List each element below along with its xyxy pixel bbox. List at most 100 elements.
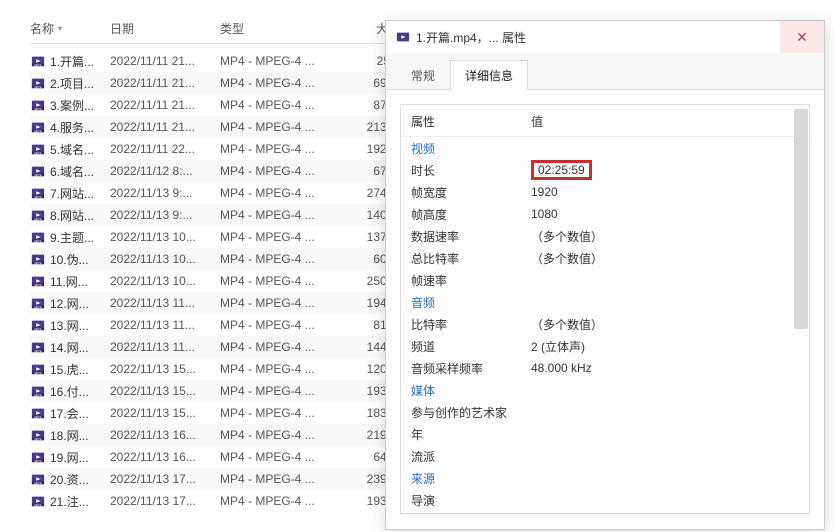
close-icon: ✕ [796,29,808,46]
dialog-titlebar[interactable]: 1.开篇.mp4，... 属性 ✕ [386,21,824,53]
file-name: 19.网... [50,449,89,466]
mp4-file-icon: MP4 [30,494,46,508]
table-row[interactable]: MP46.域名...2022/11/12 8:...MP4 - MPEG-4 .… [30,160,410,182]
section-audio: 音频 [401,291,809,313]
duration-highlight: 02:25:59 [531,160,592,180]
file-date: 2022/11/13 11... [110,296,220,310]
mp4-file-icon: MP4 [30,120,46,134]
row-duration[interactable]: 时长 02:25:59 [401,159,809,181]
mp4-file-icon: MP4 [30,54,46,68]
file-type: MP4 - MPEG-4 ... [220,406,340,420]
table-row[interactable]: MP415.虎...2022/11/13 15...MP4 - MPEG-4 .… [30,358,410,380]
file-type: MP4 - MPEG-4 ... [220,296,340,310]
mp4-file-icon: MP4 [30,384,46,398]
svg-text:MP4: MP4 [34,239,41,243]
svg-text:MP4: MP4 [34,129,41,133]
svg-text:MP4: MP4 [34,85,41,89]
row-width[interactable]: 帧宽度 1920 [401,181,809,203]
file-rows: MP41.开篇...2022/11/11 21...MP4 - MPEG-4 .… [30,50,410,512]
mp4-file-icon: MP4 [30,428,46,442]
file-name: 13.网... [50,317,89,334]
file-name: 3.案例... [50,97,94,114]
row-genre[interactable]: 流派 [401,445,809,467]
file-name: 11.网... [50,273,88,290]
file-list: 名称 ▾ 日期 类型 大小 MP4 1.开篇... 2022/11/11 21...… [30,20,410,512]
file-date: 2022/11/13 10... [110,252,220,266]
file-type: MP4 - MPEG-4 ... [220,76,340,90]
header-value: 值 [531,113,799,130]
file-date: 2022/11/13 9:... [110,186,220,200]
file-date: 2022/11/13 15... [110,384,220,398]
mp4-file-icon: MP4 [30,274,46,288]
row-totalrate[interactable]: 总比特率 （多个数值） [401,247,809,269]
table-row[interactable]: MP44.服务...2022/11/11 21...MP4 - MPEG-4 .… [30,116,410,138]
file-type: MP4 - MPEG-4 ... [220,230,340,244]
row-artist[interactable]: 参与创作的艺术家 [401,401,809,423]
close-button[interactable]: ✕ [780,21,824,53]
file-list-header: 名称 ▾ 日期 类型 大小 [30,20,410,44]
file-name: 5.域名... [50,141,94,158]
table-row[interactable]: MP4 14.网... 2022/11/13 11...MP4 - MPEG-4 .… [30,336,410,358]
tab-general[interactable]: 常规 [396,60,450,90]
file-type: MP4 - MPEG-4 ... [220,186,340,200]
file-type: MP4 - MPEG-4 ... [220,428,340,442]
file-name: 1.开篇... [50,53,94,70]
table-row[interactable]: MP43.案例...2022/11/11 21...MP4 - MPEG-4 .… [30,94,410,116]
mp4-file-icon: MP4 [30,142,46,156]
file-type: MP4 - MPEG-4 ... [220,98,340,112]
table-row[interactable]: MP416.付...2022/11/13 15...MP4 - MPEG-4 .… [30,380,410,402]
file-name: 20.资... [50,471,89,488]
svg-text:MP4: MP4 [34,63,41,67]
mp4-file-icon: MP4 [30,164,46,178]
file-date: 2022/11/13 17... [110,494,220,508]
file-date: 2022/11/11 21... [110,54,220,68]
file-date: 2022/11/13 10... [110,274,220,288]
table-row[interactable]: MP41.开篇...2022/11/11 21...MP4 - MPEG-4 .… [30,50,410,72]
table-row[interactable]: MP417.会...2022/11/13 15...MP4 - MPEG-4 .… [30,402,410,424]
details-panel: 属性 值 视频 时长 02:25:59 帧宽度 1920 帧高度 1080 数据… [400,104,810,514]
table-row[interactable]: MP419.网...2022/11/13 16...MP4 - MPEG-4 .… [30,446,410,468]
file-date: 2022/11/12 8:... [110,164,220,178]
row-year[interactable]: 年 [401,423,809,445]
mp4-file-icon: MP4 [30,318,46,332]
row-framerate[interactable]: 帧速率 [401,269,809,291]
row-samplerate[interactable]: 音频采样频率 48.000 kHz [401,357,809,379]
table-row[interactable]: MP413.网...2022/11/13 11...MP4 - MPEG-4 .… [30,314,410,336]
scrollbar-thumb[interactable] [794,109,808,329]
table-row[interactable]: MP45.域名...2022/11/11 22...MP4 - MPEG-4 .… [30,138,410,160]
table-row[interactable]: MP418.网...2022/11/13 16...MP4 - MPEG-4 .… [30,424,410,446]
svg-text:MP4: MP4 [34,305,41,309]
row-channels[interactable]: 频道 2 (立体声) [401,335,809,357]
file-type: MP4 - MPEG-4 ... [220,318,340,332]
file-date: 2022/11/13 15... [110,362,220,376]
table-row[interactable]: MP412.网...2022/11/13 11...MP4 - MPEG-4 .… [30,292,410,314]
col-date-header[interactable]: 日期 [110,20,220,37]
table-row[interactable]: MP410.伪...2022/11/13 10...MP4 - MPEG-4 .… [30,248,410,270]
file-type: MP4 - MPEG-4 ... [220,340,340,354]
file-name: 4.服务... [50,119,94,136]
file-name: 17.会... [50,405,89,422]
row-height[interactable]: 帧高度 1080 [401,203,809,225]
table-row[interactable]: MP42.项目...2022/11/11 21...MP4 - MPEG-4 .… [30,72,410,94]
row-bitrate[interactable]: 比特率 （多个数值） [401,313,809,335]
tab-details[interactable]: 详细信息 [450,60,528,90]
col-name-header[interactable]: 名称 ▾ [30,20,110,37]
file-date: 2022/11/13 11... [110,340,220,354]
tab-strip: 常规 详细信息 [386,53,824,90]
file-date: 2022/11/11 22... [110,142,220,156]
table-row[interactable]: MP411.网...2022/11/13 10...MP4 - MPEG-4 .… [30,270,410,292]
table-row[interactable]: MP48.网站...2022/11/13 9:...MP4 - MPEG-4 .… [30,204,410,226]
table-row[interactable]: MP420.资...2022/11/13 17...MP4 - MPEG-4 .… [30,468,410,490]
file-type: MP4 - MPEG-4 ... [220,120,340,134]
table-row[interactable]: MP47.网站...2022/11/13 9:...MP4 - MPEG-4 .… [30,182,410,204]
svg-text:MP4: MP4 [34,349,41,353]
col-type-header[interactable]: 类型 [220,20,340,37]
table-row[interactable]: MP49.主题...2022/11/13 10...MP4 - MPEG-4 .… [30,226,410,248]
properties-body: 属性 值 视频 时长 02:25:59 帧宽度 1920 帧高度 1080 数据… [386,90,824,528]
table-row[interactable]: MP421.注...2022/11/13 17...MP4 - MPEG-4 .… [30,490,410,512]
row-datarate[interactable]: 数据速率 （多个数值） [401,225,809,247]
section-video: 视频 [401,137,809,159]
file-name: 14.网... [50,339,89,356]
svg-text:MP4: MP4 [34,503,41,507]
row-director[interactable]: 导演 [401,489,809,511]
